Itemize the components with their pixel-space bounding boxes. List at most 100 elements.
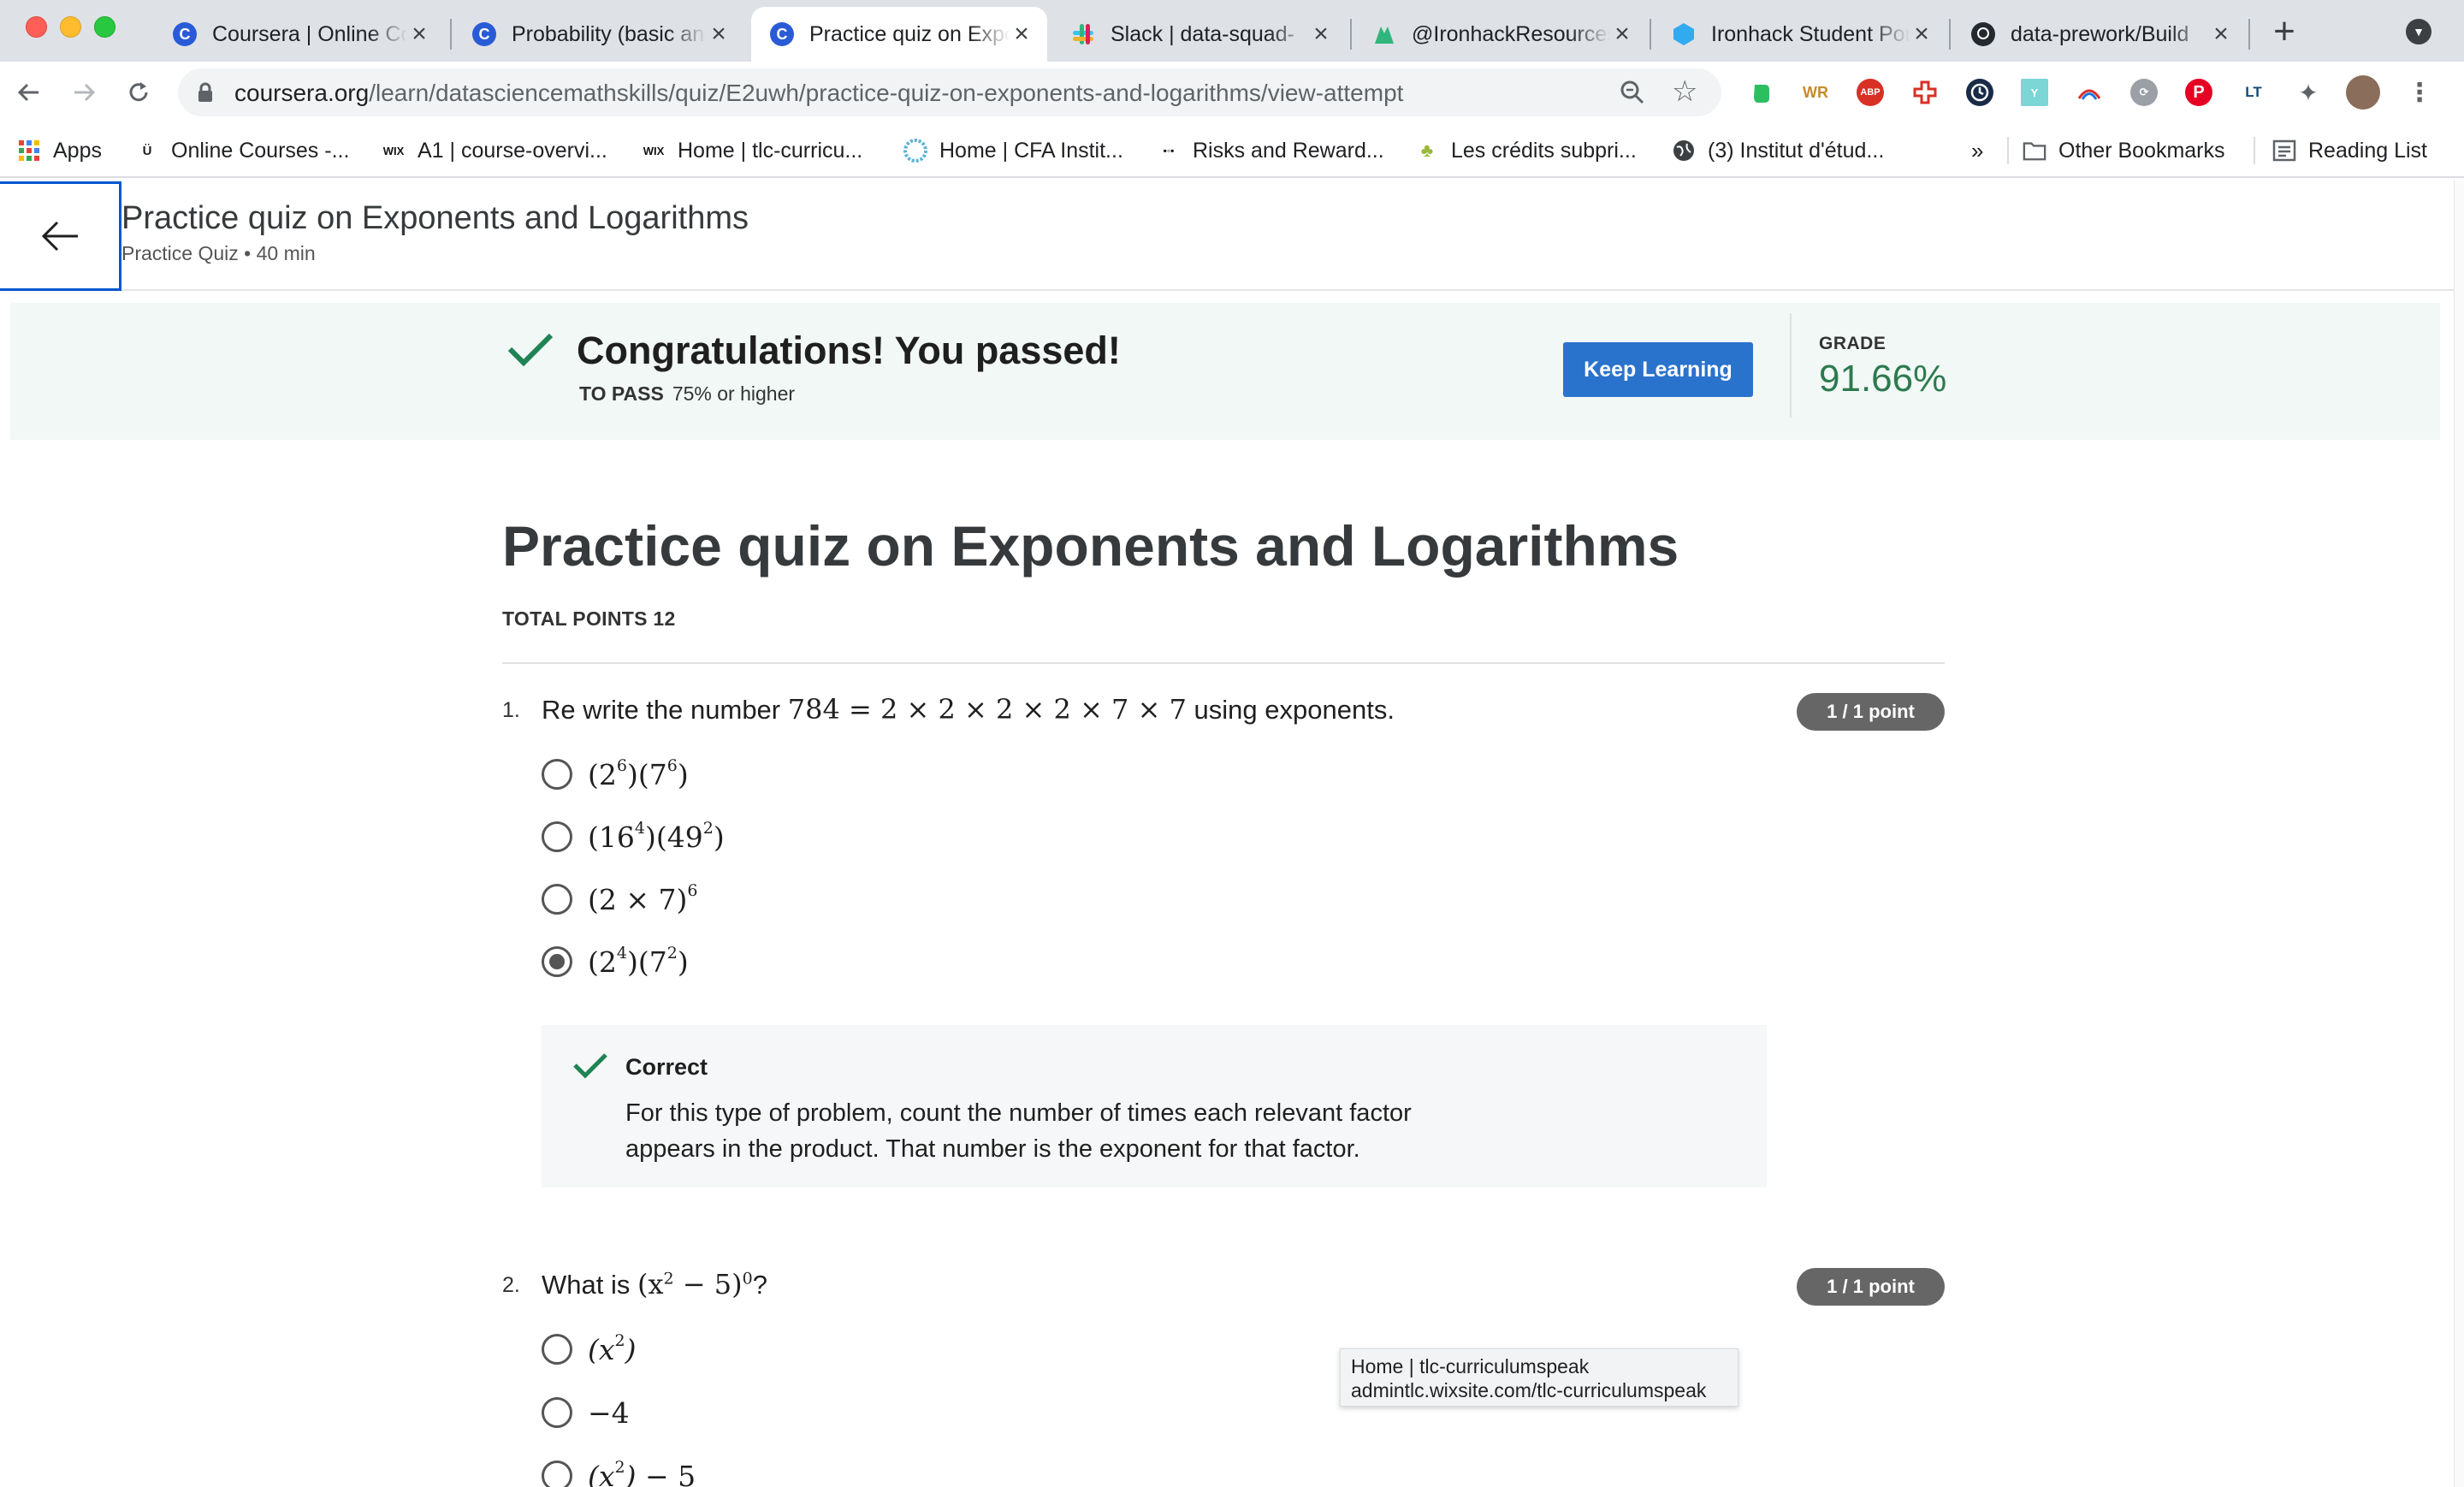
extension-teal-icon[interactable]: Y xyxy=(2021,79,2048,106)
tab-coursera[interactable]: C Coursera | Online Courses × xyxy=(154,7,445,62)
new-tab-button[interactable]: + xyxy=(2267,10,2301,53)
radio-button[interactable] xyxy=(542,821,572,852)
bookmark-udemy[interactable]: Ü Online Courses -... xyxy=(135,123,350,178)
feedback-title: Correct xyxy=(625,1054,708,1080)
slack-icon xyxy=(1069,21,1097,48)
window-minimize-button[interactable] xyxy=(60,16,81,38)
pinterest-icon[interactable]: P xyxy=(2185,79,2212,106)
wordreference-icon[interactable]: WR xyxy=(1802,79,1829,106)
question-number: 1. xyxy=(502,698,520,722)
back-button[interactable] xyxy=(0,181,121,291)
bookmark-label: Les crédits subpri... xyxy=(1451,138,1637,163)
option-label: (24)(72) xyxy=(588,943,689,979)
close-icon[interactable]: × xyxy=(707,21,731,47)
bookmark-institut[interactable]: (3) Institut d'étud... xyxy=(1672,123,1884,178)
tab-practice-quiz[interactable]: C Practice quiz on Exponents and Logarit… xyxy=(751,7,1047,62)
bookmark-wix-tlc[interactable]: WIX Home | tlc-curricu... xyxy=(642,123,863,178)
rainbow-icon[interactable] xyxy=(2076,79,2103,106)
bookmark-credits[interactable]: ♣ Les crédits subpri... xyxy=(1415,123,1637,178)
bookmark-cfa[interactable]: Home | CFA Instit... xyxy=(903,123,1123,178)
svg-text:C: C xyxy=(479,26,490,43)
tab-title: data-prework/Build xyxy=(2011,21,2189,46)
header-title: Practice quiz on Exponents and Logarithm… xyxy=(121,200,749,236)
answer-option[interactable]: (2 × 7)6 xyxy=(542,878,697,921)
wix-icon: WIX xyxy=(643,144,665,157)
question-text: What is (x2 − 5)0? xyxy=(542,1268,767,1300)
bookmark-label: A1 | course-overvi... xyxy=(418,138,607,163)
tab-ironhack-portal[interactable]: Ironhack Student Portal × xyxy=(1653,7,1947,62)
back-arrow-icon[interactable] xyxy=(9,72,50,113)
lock-icon[interactable] xyxy=(197,82,214,107)
close-icon[interactable]: × xyxy=(1309,21,1333,47)
answer-option-selected[interactable]: (24)(72) xyxy=(542,940,689,983)
points-badge: 1 / 1 point xyxy=(1797,1268,1945,1306)
star-icon[interactable]: ☆ xyxy=(1672,77,1697,106)
udemy-icon: Ü xyxy=(142,143,152,158)
answer-option[interactable]: (164)(492) xyxy=(542,815,725,858)
radio-button[interactable] xyxy=(542,1460,572,1487)
radio-button[interactable] xyxy=(542,884,572,915)
close-icon[interactable]: × xyxy=(1610,21,1634,47)
tab-ironhack-resources[interactable]: @IronhackResources × xyxy=(1353,7,1648,62)
bookmark-separator xyxy=(2254,137,2255,164)
reload-icon[interactable] xyxy=(118,72,159,113)
bookmark-apps[interactable]: Apps xyxy=(17,123,102,178)
bookmarks-overflow-button[interactable]: » xyxy=(1971,123,1983,178)
url-path: /learn/datasciencemathskills/quiz/E2uwh/… xyxy=(369,80,1404,106)
radio-button[interactable] xyxy=(542,1397,572,1428)
feedback-text: For this type of problem, count the numb… xyxy=(625,1099,1412,1163)
to-pass-value: 75% or higher xyxy=(672,382,796,405)
radio-button[interactable] xyxy=(542,1334,572,1365)
points-badge: 1 / 1 point xyxy=(1797,693,1945,731)
tab-separator xyxy=(1650,19,1651,50)
radio-button[interactable] xyxy=(542,759,572,790)
medical-cross-icon[interactable] xyxy=(1911,79,1939,106)
window-maximize-button[interactable] xyxy=(94,16,116,38)
option-label: (x2) − 5 xyxy=(588,1457,696,1487)
address-bar[interactable]: coursera.org/learn/datasciencemathskills… xyxy=(178,68,1721,116)
question-suffix: using exponents. xyxy=(1194,695,1395,725)
close-icon[interactable]: × xyxy=(1010,21,1034,47)
avatar[interactable] xyxy=(2346,75,2380,110)
adblock-icon[interactable]: ABP xyxy=(1857,79,1884,106)
kebab-menu-icon[interactable]: ⋮ xyxy=(2406,79,2433,107)
vertical-scrollbar[interactable] xyxy=(2454,180,2464,1487)
answer-option[interactable]: −4 xyxy=(542,1391,630,1434)
pass-message: Congratulations! You passed! xyxy=(577,329,1121,372)
window-close-button[interactable] xyxy=(26,16,47,38)
close-icon[interactable]: × xyxy=(407,21,431,47)
bookmark-wix-a1[interactable]: WIX A1 | course-overvi... xyxy=(382,123,607,178)
apps-grid-icon xyxy=(17,139,41,163)
evernote-icon[interactable] xyxy=(1747,79,1774,106)
zoom-icon[interactable] xyxy=(1619,79,1646,110)
tab-search-button[interactable]: ▼ xyxy=(2406,19,2431,44)
close-icon[interactable]: × xyxy=(1910,21,1934,47)
tab-slack[interactable]: Slack | data-squad- × xyxy=(1052,7,1347,62)
extension-gray-icon[interactable]: ⟳ xyxy=(2130,79,2158,106)
bookmark-label: Online Courses -... xyxy=(171,138,350,163)
tab-title: @IronhackResources xyxy=(1412,21,1610,46)
tab-probability[interactable]: C Probability (basic and advanced) × xyxy=(453,7,744,62)
tooltip-url: admintlc.wixsite.com/tlc-curriculumspeak xyxy=(1351,1379,1707,1401)
languagetool-icon[interactable]: LT xyxy=(2240,79,2267,106)
folder-icon xyxy=(2023,139,2046,163)
forward-arrow-icon[interactable] xyxy=(63,72,104,113)
reading-list[interactable]: Reading List xyxy=(2272,123,2427,178)
quiz-title: Practice quiz on Exponents and Logarithm… xyxy=(502,514,1679,578)
clock-icon[interactable] xyxy=(1966,79,1993,106)
keep-learning-button[interactable]: Keep Learning xyxy=(1563,342,1753,397)
answer-option[interactable]: (x2) − 5 xyxy=(542,1454,696,1487)
tab-title: Probability (basic and advanced) xyxy=(512,21,707,46)
grade-divider xyxy=(1790,313,1792,418)
option-label: (x2) xyxy=(588,1330,637,1366)
tab-github[interactable]: data-prework/Build × xyxy=(1952,7,2247,62)
tooltip-title: Home | tlc-curriculumspeak xyxy=(1351,1355,1590,1377)
answer-option[interactable]: (26)(76) xyxy=(542,753,689,796)
close-icon[interactable]: × xyxy=(2209,21,2233,47)
other-bookmarks[interactable]: Other Bookmarks xyxy=(2023,123,2225,178)
answer-option[interactable]: (x2) xyxy=(542,1328,636,1371)
tab-separator xyxy=(450,19,452,50)
bookmark-risks[interactable]: ▪◦▪ Risks and Reward... xyxy=(1157,123,1384,178)
puzzle-icon[interactable]: ✦ xyxy=(2295,79,2322,106)
radio-button-selected[interactable] xyxy=(542,946,572,977)
